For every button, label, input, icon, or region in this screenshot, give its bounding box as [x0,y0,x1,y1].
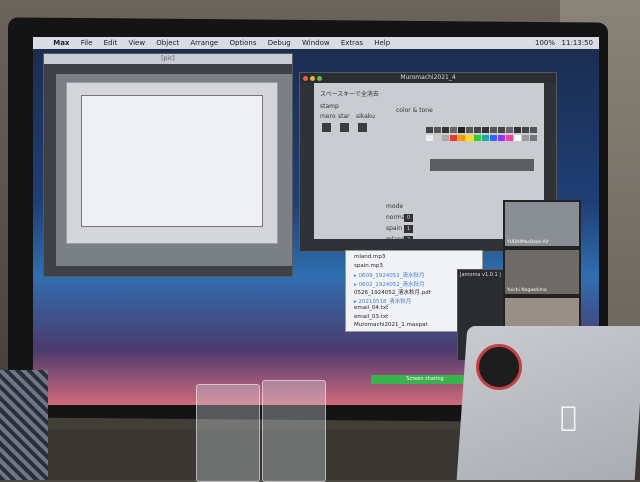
color-swatch[interactable] [442,135,449,141]
menu-bar: Max File Edit View Object Arrange Option… [33,37,599,49]
stamp-button[interactable] [322,123,331,132]
folder-item[interactable]: ▸ 0609_1924052_清水秋月 [354,271,425,279]
color-swatch-grid[interactable] [426,127,546,157]
pic-drawing-area[interactable] [81,95,263,227]
pic-window-toolbar [44,64,292,74]
stamp-item-label: star [338,113,350,120]
video-tile[interactable]: YUDAIMacBook-Air [505,202,579,246]
pic-window-title: [pic] [44,54,292,64]
color-swatch[interactable] [522,135,529,141]
stamp-button[interactable] [340,123,349,132]
tone-slider[interactable] [430,159,534,171]
color-swatch[interactable] [506,127,513,133]
patcher-window-title: Muromachi2021_4 [300,73,556,83]
color-swatch[interactable] [434,135,441,141]
participant-name: YUDAIMacBook-Air [507,240,549,245]
stamp-button[interactable] [358,123,367,132]
folder-item[interactable]: ▸ 0602_1924052_清水秋月 [354,280,425,288]
jamoma-title: Jamoma v1.0.1 | Ne [460,272,510,278]
color-swatch[interactable] [466,127,473,133]
stamp-label: stamp [320,103,339,110]
color-swatch[interactable] [490,127,497,133]
menu-object[interactable]: Object [156,37,179,49]
patcher-heading: スペースキーで全消去 [320,91,379,98]
color-swatch[interactable] [514,135,521,141]
patcher-sidebar[interactable] [300,83,314,251]
color-swatch[interactable] [434,127,441,133]
mode-label: mode [386,203,404,210]
patcher-title-text: Muromachi2021_4 [400,74,456,81]
pic-canvas[interactable] [66,82,278,244]
color-swatch[interactable] [530,135,537,141]
color-swatch[interactable] [530,127,537,133]
video-call-gallery: YUDAIMacBook-Air Yuichi Nagashima [503,200,581,345]
file-item[interactable]: mland.mp3 [354,254,385,260]
menu-max[interactable]: Max [53,37,69,49]
menu-extras[interactable]: Extras [341,37,363,49]
color-swatch[interactable] [498,135,505,141]
mode-option-label: spain [386,225,403,232]
close-icon[interactable] [303,76,308,81]
color-swatch[interactable] [426,127,433,133]
video-tile[interactable]: Yuichi Nagashima [505,250,579,294]
menu-arrange[interactable]: Arrange [190,37,218,49]
file-item[interactable]: Muromachi2021_1.maxpat [354,322,428,328]
person-sleeve [0,370,48,480]
pic-window-bottom-toolbar[interactable] [44,266,292,276]
color-swatch[interactable] [514,127,521,133]
color-swatch[interactable] [474,135,481,141]
color-swatch[interactable] [442,127,449,133]
color-swatch[interactable] [426,135,433,141]
file-item[interactable]: email_03.txt [354,314,388,320]
stamp-item-label: sikaku [356,113,375,120]
menu-zoom-status: 100% [534,39,555,47]
apple-logo-icon:  [560,400,577,433]
file-item[interactable]: 0526_1924052_清水秋月.pdf [354,288,431,296]
folder-item[interactable]: ▸ 20210518_清水秋月 [354,297,411,305]
file-item[interactable]: email_04.txt [354,305,388,311]
color-swatch[interactable] [474,127,481,133]
color-swatch[interactable] [458,135,465,141]
menu-edit[interactable]: Edit [104,37,118,49]
menu-options[interactable]: Options [229,37,256,49]
pic-window: [pic] [43,53,293,277]
color-tone-label: color & tone [396,107,433,114]
menu-clock: 11:13:50 [561,39,593,47]
menu-window[interactable]: Window [302,37,330,49]
color-swatch[interactable] [482,127,489,133]
zoom-icon[interactable] [317,76,322,81]
mode-number[interactable]: 1 [404,225,413,233]
laptop-sticker [476,344,522,390]
color-swatch[interactable] [482,135,489,141]
color-swatch[interactable] [490,135,497,141]
file-item[interactable]: spain.mp3 [354,263,383,269]
minimize-icon[interactable] [310,76,315,81]
menu-debug[interactable]: Debug [268,37,291,49]
stamp-item-label: mero [320,113,336,120]
drinking-glass [262,380,326,482]
drinking-glass [196,384,260,482]
color-swatch[interactable] [466,135,473,141]
color-swatch[interactable] [522,127,529,133]
color-swatch[interactable] [458,127,465,133]
color-swatch[interactable] [450,127,457,133]
participant-name: Yuichi Nagashima [507,288,547,293]
color-swatch[interactable] [506,135,513,141]
pic-window-sidebar[interactable] [44,74,56,266]
color-swatch[interactable] [450,135,457,141]
color-swatch[interactable] [498,127,505,133]
mode-number[interactable]: 0 [404,214,413,222]
menu-file[interactable]: File [81,37,93,49]
menu-view[interactable]: View [128,37,145,49]
menu-help[interactable]: Help [374,37,390,49]
